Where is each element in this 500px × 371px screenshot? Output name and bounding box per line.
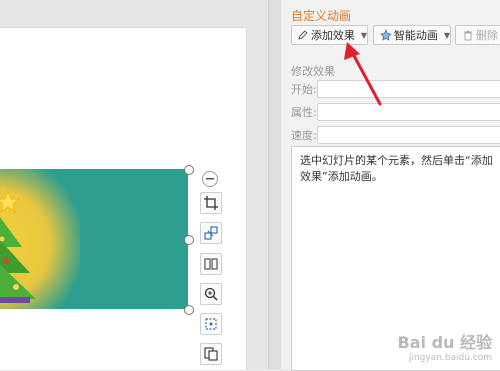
delete-icon [464,30,472,40]
slide-canvas-area [0,0,268,370]
replace-image-button[interactable] [200,222,222,244]
delete-label: 删除 [476,29,498,42]
chevron-down-icon: ▼ [360,30,367,40]
split-image-button[interactable] [200,253,222,275]
watermark: Bai du 经验 jingyan.baidu.com [398,329,492,363]
resize-handle-bottom-right[interactable] [184,305,194,315]
chevron-down-icon: ▼ [443,30,450,40]
smart-animation-icon [380,29,392,41]
resize-handle-top-right[interactable] [184,165,194,175]
resize-handle-middle-right[interactable] [184,235,194,245]
convert-button[interactable] [200,343,222,365]
split-image-icon [204,258,218,270]
property-label: 属性: [291,106,317,119]
start-select[interactable] [317,80,500,98]
smart-animation-button[interactable]: 智能动画 ▼ [373,25,451,45]
add-effect-label: 添加效果 [310,29,355,42]
start-field-row: 开始: [291,80,500,98]
extract-button[interactable] [200,313,222,335]
speed-field-row: 速度: [291,126,500,144]
start-label: 开始: [291,83,317,96]
smart-animation-label: 智能动画 [393,29,438,42]
animation-list-hint: 选中幻灯片的某个元素，然后单击“添加效果”添加动画。 [300,154,493,183]
delete-button[interactable]: 删除 [455,25,500,45]
extract-icon [205,318,217,330]
modify-effect-section-label: 修改效果 [291,65,335,78]
property-select[interactable] [317,103,500,121]
crop-icon [204,196,218,210]
custom-animation-pane: 自定义动画 添加效果 ▼ 智能动画 ▼ 删除 修改效果 开始: 属性: 速度: … [281,0,500,371]
replace-image-icon [204,226,218,240]
speed-label: 速度: [291,129,317,142]
convert-icon [204,347,218,361]
zoom-icon [204,287,218,301]
zoom-button[interactable] [200,283,222,305]
crop-button[interactable] [200,192,222,214]
add-effect-button[interactable]: 添加效果 ▼ [291,25,368,45]
watermark-logo: Bai du 经验 [397,333,492,352]
minus-icon[interactable] [202,171,218,187]
pane-divider[interactable] [268,0,281,369]
christmas-tree-illustration [0,189,36,303]
pencil-icon [298,30,308,40]
slide-image[interactable] [0,169,188,309]
pane-title: 自定义动画 [291,9,352,23]
watermark-url: jingyan.baidu.com [408,353,492,363]
property-field-row: 属性: [291,103,500,121]
speed-select[interactable] [317,126,500,144]
